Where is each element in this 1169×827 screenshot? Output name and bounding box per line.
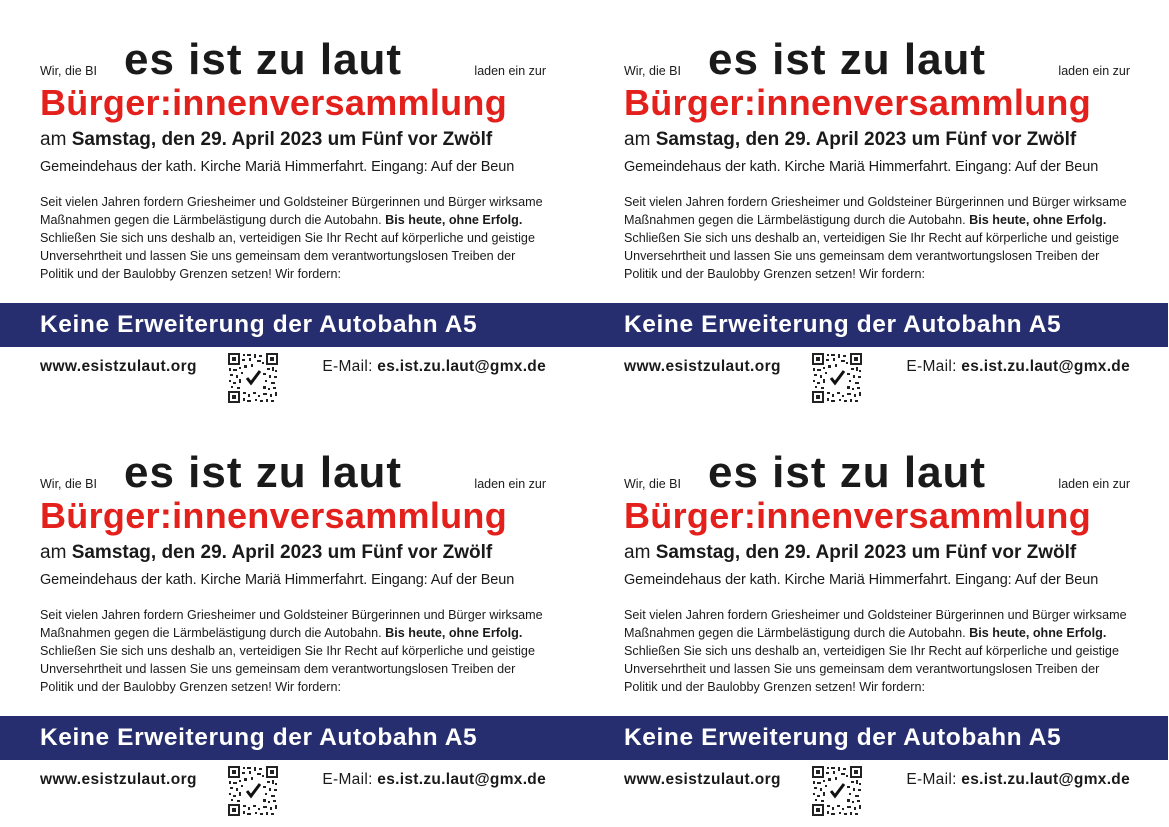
qr-code-graphic [227, 352, 279, 404]
body-text: Seit vielen Jahren fordern Griesheimer u… [40, 606, 546, 696]
email-label: E-Mail: [906, 358, 957, 375]
qr-code-graphic [811, 352, 863, 404]
body-text: Seit vielen Jahren fordern Griesheimer u… [624, 193, 1130, 283]
website-link[interactable]: www.esistzulaut.org [624, 770, 781, 790]
date-line: am Samstag, den 29. April 2023 um Fünf v… [40, 541, 492, 565]
body-text: Seit vielen Jahren fordern Griesheimer u… [624, 606, 1130, 696]
venue: Gemeindehaus der kath. Kirche Mariä Himm… [624, 572, 1099, 588]
flyer-1: Wir, die BI es ist zu laut laden ein zur… [0, 0, 584, 413]
venue: Gemeindehaus der kath. Kirche Mariä Himm… [40, 572, 515, 588]
event-title: Bürger:innenversammlung [624, 495, 1091, 536]
body-part-2: Schließen Sie sich uns deshalb an, verte… [624, 644, 1119, 694]
intro-left: Wir, die BI [624, 477, 681, 491]
flyer-2: Wir, die BI es ist zu laut laden ein zur… [584, 0, 1168, 413]
date-text: Samstag, den 29. April 2023 um Fünf vor … [71, 129, 493, 150]
email-label: E-Mail: [906, 771, 957, 788]
email-address[interactable]: es.ist.zu.laut@gmx.de [961, 771, 1130, 788]
body-text: Seit vielen Jahren fordern Griesheimer u… [40, 193, 546, 283]
website-link[interactable]: www.esistzulaut.org [40, 770, 197, 790]
event-title: Bürger:innenversammlung [40, 495, 507, 536]
body-part-2: Schließen Sie sich uns deshalb an, verte… [40, 231, 535, 281]
intro-left: Wir, die BI [40, 64, 97, 78]
email-address[interactable]: es.ist.zu.laut@gmx.de [377, 358, 546, 375]
demand-banner: Keine Erweiterung der Autobahn A5 [584, 716, 1168, 760]
qr-code-graphic [227, 765, 279, 817]
main-title: es ist zu laut [708, 448, 987, 497]
intro-right: laden ein zur [1058, 477, 1130, 491]
event-title: Bürger:innenversammlung [624, 82, 1091, 123]
date-text: Samstag, den 29. April 2023 um Fünf vor … [655, 129, 1077, 150]
intro-left: Wir, die BI [40, 477, 97, 491]
body-bold: Bis heute, ohne Erfolg. [969, 626, 1107, 640]
email-line: E-Mail: es.ist.zu.laut@gmx.de [322, 357, 546, 377]
intro-right: laden ein zur [474, 64, 546, 78]
qr-code-icon [811, 765, 863, 817]
body-bold: Bis heute, ohne Erfolg. [385, 213, 523, 227]
date-prefix: am [624, 542, 651, 563]
email-line: E-Mail: es.ist.zu.laut@gmx.de [906, 357, 1130, 377]
intro-right: laden ein zur [474, 477, 546, 491]
body-bold: Bis heute, ohne Erfolg. [969, 213, 1107, 227]
main-title: es ist zu laut [124, 448, 403, 497]
date-prefix: am [624, 129, 651, 150]
email-line: E-Mail: es.ist.zu.laut@gmx.de [322, 770, 546, 790]
qr-code-graphic [811, 765, 863, 817]
date-prefix: am [40, 129, 67, 150]
email-line: E-Mail: es.ist.zu.laut@gmx.de [906, 770, 1130, 790]
date-line: am Samstag, den 29. April 2023 um Fünf v… [40, 128, 492, 152]
demand-banner: Keine Erweiterung der Autobahn A5 [0, 716, 584, 760]
date-text: Samstag, den 29. April 2023 um Fünf vor … [71, 542, 493, 563]
event-title: Bürger:innenversammlung [40, 82, 507, 123]
body-part-2: Schließen Sie sich uns deshalb an, verte… [624, 231, 1119, 281]
main-title: es ist zu laut [124, 35, 403, 84]
email-label: E-Mail: [322, 771, 373, 788]
banner-text: Keine Erweiterung der Autobahn A5 [624, 724, 1062, 751]
intro-right: laden ein zur [1058, 64, 1130, 78]
banner-text: Keine Erweiterung der Autobahn A5 [40, 724, 478, 751]
flyer-3: Wir, die BI es ist zu laut laden ein zur… [0, 413, 584, 826]
intro-left: Wir, die BI [624, 64, 681, 78]
email-label: E-Mail: [322, 358, 373, 375]
date-prefix: am [40, 542, 67, 563]
date-text: Samstag, den 29. April 2023 um Fünf vor … [655, 542, 1077, 563]
email-address[interactable]: es.ist.zu.laut@gmx.de [961, 358, 1130, 375]
website-link[interactable]: www.esistzulaut.org [624, 357, 781, 377]
qr-code-icon [227, 352, 279, 404]
qr-code-icon [811, 352, 863, 404]
banner-text: Keine Erweiterung der Autobahn A5 [40, 311, 478, 338]
venue: Gemeindehaus der kath. Kirche Mariä Himm… [624, 159, 1099, 175]
demand-banner: Keine Erweiterung der Autobahn A5 [0, 303, 584, 347]
venue: Gemeindehaus der kath. Kirche Mariä Himm… [40, 159, 515, 175]
main-title: es ist zu laut [708, 35, 987, 84]
body-part-2: Schließen Sie sich uns deshalb an, verte… [40, 644, 535, 694]
qr-code-icon [227, 765, 279, 817]
banner-text: Keine Erweiterung der Autobahn A5 [624, 311, 1062, 338]
body-bold: Bis heute, ohne Erfolg. [385, 626, 523, 640]
website-link[interactable]: www.esistzulaut.org [40, 357, 197, 377]
date-line: am Samstag, den 29. April 2023 um Fünf v… [624, 128, 1076, 152]
email-address[interactable]: es.ist.zu.laut@gmx.de [377, 771, 546, 788]
demand-banner: Keine Erweiterung der Autobahn A5 [584, 303, 1168, 347]
flyer-4: Wir, die BI es ist zu laut laden ein zur… [584, 413, 1168, 826]
date-line: am Samstag, den 29. April 2023 um Fünf v… [624, 541, 1076, 565]
